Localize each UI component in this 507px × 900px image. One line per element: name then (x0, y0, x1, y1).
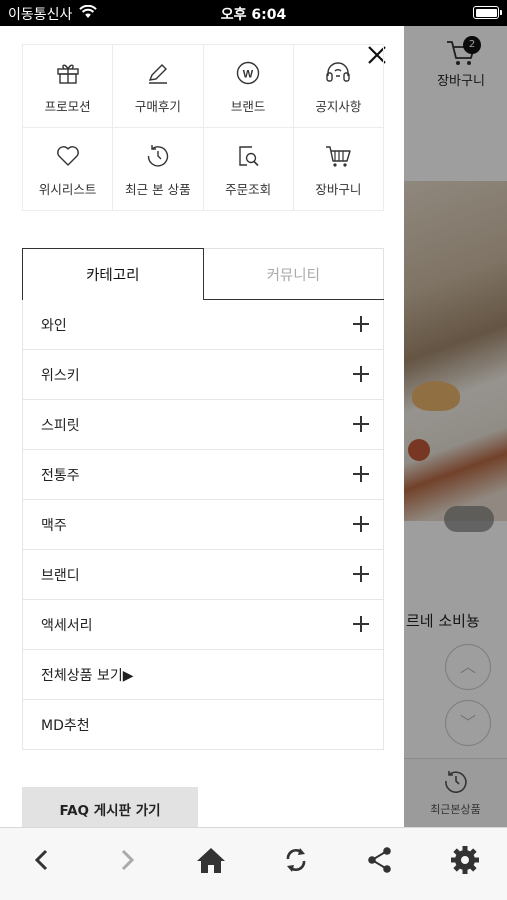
tab-community[interactable]: 커뮤니티 (203, 248, 384, 299)
quick-menu-label: 최근 본 상품 (125, 181, 191, 197)
quick-menu-order-lookup[interactable]: 주문조회 (203, 128, 294, 211)
category-label: 브랜디 (41, 567, 80, 584)
quick-menu-grid: 프로모션 구매후기 W 브랜드 공지사항 위시리스트 최근 본 상품 주문조회 (22, 44, 384, 211)
brand-w-icon: W (233, 58, 263, 88)
quick-menu-label: 위시리스트 (38, 181, 97, 197)
back-icon (35, 849, 48, 871)
category-list: 와인 위스키 스피릿 전통주 맥주 브랜디 액세서리 전체상품 보기▶ MD추천 (22, 300, 384, 750)
quick-menu-label: 공지사항 (315, 98, 362, 114)
quick-menu-label: 장바구니 (315, 181, 362, 197)
expand-plus-icon[interactable] (353, 316, 369, 332)
category-item-accessories[interactable]: 액세서리 (23, 600, 383, 650)
bottom-toolbar (0, 827, 507, 900)
share-button[interactable] (338, 828, 423, 900)
home-button[interactable] (169, 828, 254, 900)
settings-icon (450, 846, 479, 874)
category-item-brandy[interactable]: 브랜디 (23, 550, 383, 600)
quick-menu-promotion[interactable]: 프로모션 (23, 45, 114, 128)
category-label: 액세서리 (41, 617, 93, 634)
quick-menu-recent[interactable]: 최근 본 상품 (113, 128, 204, 211)
quick-menu-label: 프로모션 (44, 98, 91, 114)
forward-icon (121, 849, 134, 871)
expand-plus-icon[interactable] (353, 516, 369, 532)
category-label: 와인 (41, 317, 67, 334)
quick-menu-brand[interactable]: W 브랜드 (203, 45, 294, 128)
side-drawer: 프로모션 구매후기 W 브랜드 공지사항 위시리스트 최근 본 상품 주문조회 (0, 26, 404, 827)
expand-plus-icon[interactable] (353, 466, 369, 482)
back-button[interactable] (0, 828, 85, 900)
heart-icon (53, 141, 83, 171)
expand-plus-icon[interactable] (353, 416, 369, 432)
category-label: 위스키 (41, 367, 80, 384)
expand-plus-icon[interactable] (353, 566, 369, 582)
settings-button[interactable] (423, 828, 507, 900)
quick-menu-label: 구매후기 (134, 98, 181, 114)
faq-board-button[interactable]: FAQ 게시판 가기 (22, 787, 198, 827)
pencil-icon (143, 58, 173, 88)
svg-text:W: W (243, 68, 254, 80)
expand-plus-icon[interactable] (353, 366, 369, 382)
category-label: 전통주 (41, 467, 80, 484)
category-label: 전체상품 보기▶ (41, 667, 134, 684)
category-label: 맥주 (41, 517, 67, 534)
category-item-md-pick[interactable]: MD추천 (23, 700, 383, 750)
cart-icon (323, 141, 353, 171)
clock: 오후 6:04 (220, 7, 287, 23)
category-item-spirits[interactable]: 스피릿 (23, 400, 383, 450)
quick-menu-cart[interactable]: 장바구니 (293, 128, 384, 211)
category-item-beer[interactable]: 맥주 (23, 500, 383, 550)
quick-menu-notice[interactable]: 공지사항 (293, 45, 384, 128)
status-bar: 이동통신사 오후 6:04 (0, 0, 507, 26)
order-search-icon (233, 141, 263, 171)
quick-menu-wishlist[interactable]: 위시리스트 (23, 128, 114, 211)
refresh-icon (286, 848, 306, 872)
history-icon (143, 141, 173, 171)
category-label: MD추천 (41, 717, 90, 734)
expand-plus-icon[interactable] (353, 616, 369, 632)
category-item-whisky[interactable]: 위스키 (23, 350, 383, 400)
gift-icon (53, 58, 83, 88)
category-item-wine[interactable]: 와인 (23, 300, 383, 350)
battery-icon (473, 6, 502, 19)
share-icon (368, 847, 392, 873)
category-item-all-products[interactable]: 전체상품 보기▶ (23, 650, 383, 700)
quick-menu-reviews[interactable]: 구매후기 (113, 45, 204, 128)
tab-category[interactable]: 카테고리 (22, 248, 204, 300)
drawer-tabs: 카테고리 커뮤니티 (22, 248, 384, 300)
quick-menu-label: 브랜드 (230, 98, 266, 114)
refresh-button[interactable] (254, 828, 339, 900)
quick-menu-label: 주문조회 (225, 181, 272, 197)
forward-button[interactable] (85, 828, 170, 900)
category-item-traditional[interactable]: 전통주 (23, 450, 383, 500)
home-icon (197, 848, 226, 873)
headset-icon (323, 58, 353, 88)
category-label: 스피릿 (41, 417, 80, 434)
